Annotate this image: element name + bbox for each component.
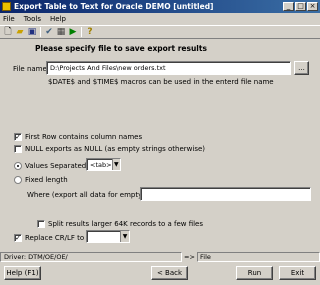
split-checkbox[interactable] [37, 220, 45, 228]
toolbar: 🗋 ▰ ▣ ✔ ▦ ▶ ? [0, 25, 320, 39]
minimize-button[interactable]: _ [283, 2, 294, 11]
replace-crlf-checkbox[interactable]: ✓ [14, 234, 22, 242]
menu-help[interactable]: Help [50, 15, 66, 23]
toolbar-separator [40, 27, 41, 37]
fixed-length-radio[interactable] [14, 176, 22, 184]
separator-select[interactable]: <tab> ▼ [86, 158, 121, 171]
close-button[interactable]: × [307, 2, 318, 11]
new-file-icon[interactable]: 🗋 [2, 26, 14, 38]
page-title: Please specify file to save export resul… [35, 44, 207, 53]
driver-status: Driver: DTM/OE/OE/ [0, 252, 182, 262]
window-title: Export Table to Text for Oracle DEMO [un… [14, 2, 214, 11]
back-button[interactable]: < Back [151, 266, 188, 280]
chevron-down-icon[interactable]: ▼ [111, 159, 120, 170]
macro-hint: $DATE$ and $TIME$ macros can be used in … [48, 78, 274, 86]
run-icon[interactable]: ▶ [67, 26, 79, 38]
wizard-icon[interactable]: ✔ [43, 26, 55, 38]
help-button[interactable]: Help (F1) [4, 266, 41, 280]
null-exports-checkbox[interactable] [14, 145, 22, 153]
run-button[interactable]: Run [236, 266, 273, 280]
null-exports-label: NULL exports as NULL (as empty strings o… [25, 145, 206, 153]
fixed-length-label: Fixed length [25, 176, 68, 184]
where-input[interactable] [140, 187, 311, 201]
chevron-down-icon[interactable]: ▼ [120, 231, 129, 242]
where-label: Where (export all data for empty) [27, 191, 145, 199]
grid-icon[interactable]: ▦ [55, 26, 67, 38]
app-icon [2, 2, 11, 11]
separated-radio[interactable] [14, 162, 22, 170]
replace-crlf-label: Replace CR/LF to [25, 234, 85, 242]
toolbar-separator [81, 27, 82, 37]
replace-crlf-select[interactable]: ▼ [86, 230, 130, 243]
title-bar: Export Table to Text for Oracle DEMO [un… [0, 0, 320, 13]
file-name-input[interactable]: D:\Projects And Files\new orders.txt [46, 61, 291, 75]
menu-bar: File Tools Help [0, 13, 320, 25]
browse-button[interactable]: ... [294, 61, 309, 75]
maximize-button[interactable]: □ [295, 2, 306, 11]
separator-value: <tab> [90, 160, 112, 169]
direction-arrows: => [184, 253, 195, 261]
help-icon[interactable]: ? [84, 26, 96, 38]
file-name-label: File name [13, 65, 47, 73]
open-folder-icon[interactable]: ▰ [14, 26, 26, 38]
exit-button[interactable]: Exit [279, 266, 316, 280]
target-status: File [197, 252, 320, 262]
save-icon[interactable]: ▣ [26, 26, 38, 38]
split-label: Split results larger 64K records to a fe… [48, 220, 204, 228]
first-row-label: First Row contains column names [25, 133, 143, 141]
menu-tools[interactable]: Tools [24, 15, 41, 23]
first-row-checkbox[interactable]: ✓ [14, 133, 22, 141]
menu-file[interactable]: File [3, 15, 15, 23]
status-bar: Driver: DTM/OE/OE/ => File [0, 252, 320, 262]
